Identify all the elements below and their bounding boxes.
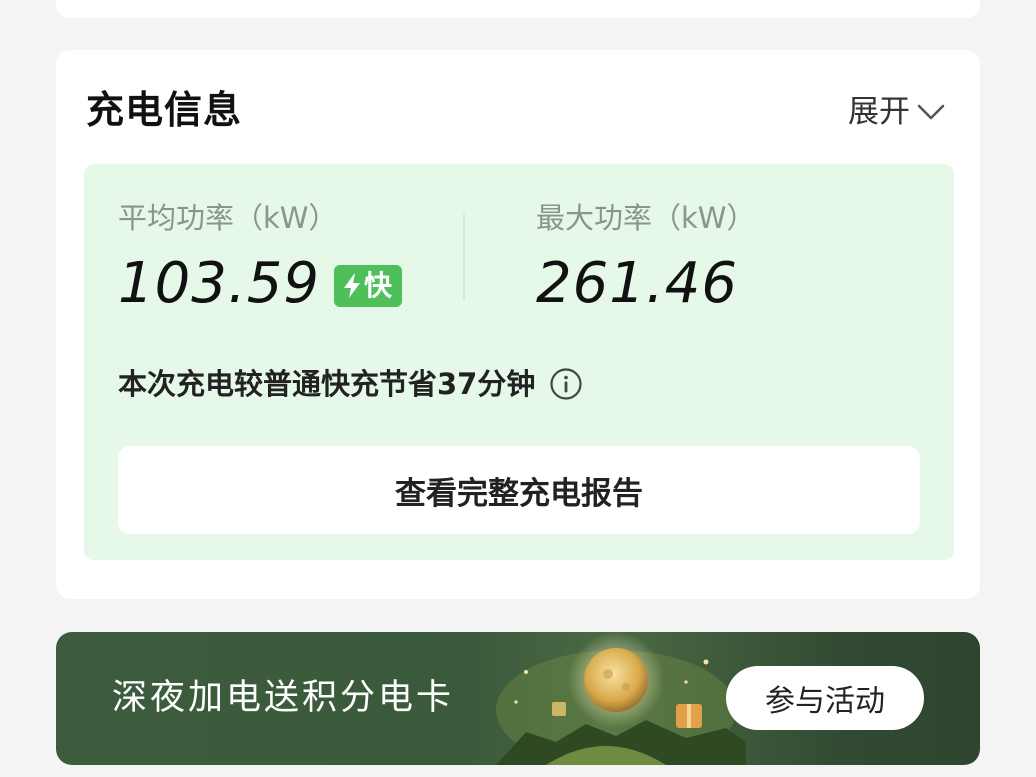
expand-button[interactable]: 展开 (848, 90, 946, 134)
promo-illustration (496, 632, 746, 765)
max-power-label: 最大功率（kW） (536, 201, 756, 235)
avg-power-label: 平均功率（kW） (118, 201, 338, 235)
time-saving-row: 本次充电较普通快充节省37分钟 (118, 364, 583, 404)
previous-card (56, 0, 980, 18)
card-title: 充电信息 (86, 88, 243, 132)
page: 充电信息 展开 平均功率（kW） 103.59 快 最大功率（kW） 261.4… (0, 0, 1036, 777)
avg-power-metric: 平均功率（kW） 103.59 快 (118, 198, 402, 316)
charging-stats-panel: 平均功率（kW） 103.59 快 最大功率（kW） 261.46 本次充电较普… (84, 164, 954, 560)
max-power-value: 261.46 (536, 251, 738, 316)
join-activity-button[interactable]: 参与活动 (726, 666, 924, 730)
time-saving-text: 本次充电较普通快充节省37分钟 (118, 367, 536, 401)
expand-label: 展开 (848, 94, 910, 130)
promo-banner[interactable]: 深夜加电送积分电卡 参与活动 (56, 632, 980, 765)
charging-info-card: 充电信息 展开 平均功率（kW） 103.59 快 最大功率（kW） 261.4… (56, 50, 980, 599)
chevron-down-icon (916, 102, 946, 122)
max-power-metric: 最大功率（kW） 261.46 (536, 198, 755, 316)
fast-badge-label: 快 (363, 269, 392, 302)
fast-charge-badge: 快 (333, 265, 402, 307)
view-full-report-button[interactable]: 查看完整充电报告 (118, 446, 920, 534)
info-circle-icon[interactable] (549, 367, 583, 401)
lightning-icon (342, 273, 362, 299)
promo-text: 深夜加电送积分电卡 (112, 678, 455, 718)
metric-divider (463, 214, 465, 300)
avg-power-value: 103.59 (118, 251, 320, 316)
